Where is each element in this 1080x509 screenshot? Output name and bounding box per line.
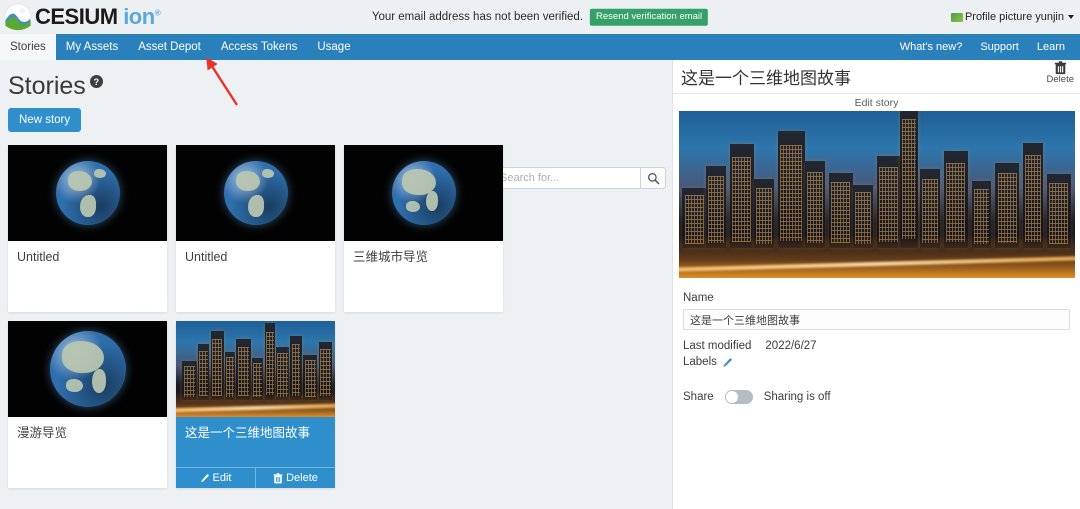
trash-icon [1054,61,1066,75]
story-card-title: Untitled [185,250,228,264]
profile-picture-icon [950,12,963,22]
toggle-knob [725,391,738,403]
chevron-down-icon [1068,15,1074,19]
story-card[interactable]: 漫游导览 [8,321,167,488]
story-thumbnail [344,145,503,241]
email-verification-banner: Your email address has not been verified… [371,8,709,26]
nav-item-usage[interactable]: Usage [307,34,360,60]
detail-delete-button[interactable]: Delete [1047,61,1074,85]
search-icon [647,172,659,184]
stories-content-area: Stories ? New story Search for... Untitl… [0,60,672,509]
story-card[interactable]: Untitled [176,145,335,312]
story-card-actions: Edit Delete [176,467,335,488]
main-navigation: Stories My Assets Asset Depot Access Tok… [0,34,1080,60]
share-row: Share Sharing is off [683,390,1070,404]
verification-message: Your email address has not been verified… [371,11,584,23]
labels-label: Labels [683,356,717,368]
story-thumbnail [176,321,335,417]
new-story-button[interactable]: New story [8,108,82,132]
profile-name-label: Profile picture yunjin [964,11,1064,23]
cesium-ion-logo[interactable]: CESIUM ion® [0,3,161,31]
share-status-label: Sharing is off [763,391,831,403]
story-cards-grid: Untitled Untitled 三维城市导览 漫游导览 这是一个三维地图故事… [8,145,548,488]
name-input[interactable] [683,309,1070,330]
pencil-icon[interactable] [722,357,733,368]
logo-wordmark: CESIUM ion® [35,4,161,29]
card-delete-button[interactable]: Delete [255,468,335,488]
story-thumbnail [8,145,167,241]
globe-americas-icon [223,161,288,225]
nav-item-stories[interactable]: Stories [0,34,56,60]
nav-item-whats-new[interactable]: What's new? [891,34,972,60]
story-card-title: Untitled [17,250,60,264]
story-thumbnail [8,321,167,417]
pencil-icon [200,473,209,483]
last-modified-value: 2022/6/27 [765,340,817,352]
nav-item-support[interactable]: Support [971,34,1028,60]
story-detail-form: Name Last modified 2022/6/27 Labels Shar… [673,278,1080,404]
labels-row: Labels [683,356,1070,368]
detail-delete-label: Delete [1046,74,1074,85]
story-card-title: 漫游导览 [17,426,68,440]
share-toggle[interactable] [724,390,753,404]
cesium-logo-icon [4,3,32,31]
story-card-selected[interactable]: 这是一个三维地图故事 Edit Delete [176,321,335,488]
detail-panel-header: 这是一个三维地图故事 Delete [673,60,1080,94]
detail-panel-title: 这是一个三维地图故事 [681,69,851,88]
story-card[interactable]: Untitled [8,145,167,312]
logo-trademark: ® [154,8,161,18]
story-thumbnail [176,145,335,241]
story-hero-image [678,111,1075,278]
card-edit-button[interactable]: Edit [176,468,255,488]
logo-ion-text: ion [123,4,155,29]
card-delete-label: Delete [286,472,318,484]
card-edit-label: Edit [212,472,232,484]
nav-left-group: Stories My Assets Asset Depot Access Tok… [0,34,361,60]
story-card-title: 这是一个三维地图故事 [185,426,311,440]
story-card-title: 三维城市导览 [353,250,429,264]
last-modified-row: Last modified 2022/6/27 [683,340,1070,352]
globe-americas-icon [55,161,120,225]
story-card[interactable]: 三维城市导览 [344,145,503,312]
page-title: Stories [8,72,86,100]
share-label: Share [683,391,714,403]
story-detail-panel: 这是一个三维地图故事 Delete Edit story Name 这是一个三维… [672,60,1080,509]
top-bar: CESIUM ion® Your email address has not b… [0,0,1080,34]
nav-item-access-tokens[interactable]: Access Tokens [211,34,308,60]
resend-verification-email-button[interactable]: Resend verification email [590,8,709,26]
globe-asia-icon [49,331,126,407]
search-button[interactable] [640,167,666,189]
nav-item-learn[interactable]: Learn [1028,34,1074,60]
name-field-label: Name [683,292,714,304]
edit-story-tab[interactable]: Edit story [673,94,1080,111]
last-modified-label: Last modified [683,340,752,352]
nav-item-my-assets[interactable]: My Assets [56,34,128,60]
globe-asia-icon [391,161,456,225]
nav-item-asset-depot[interactable]: Asset Depot [128,34,211,60]
trash-icon [273,472,283,483]
cesium-ion-stories-page: CESIUM ion® Your email address has not b… [0,0,1080,509]
nav-right-group: What's new? Support Learn [891,34,1080,60]
help-icon[interactable]: ? [89,75,103,88]
page-header: Stories ? [0,60,672,99]
profile-menu[interactable]: Profile picture yunjin [950,11,1074,23]
